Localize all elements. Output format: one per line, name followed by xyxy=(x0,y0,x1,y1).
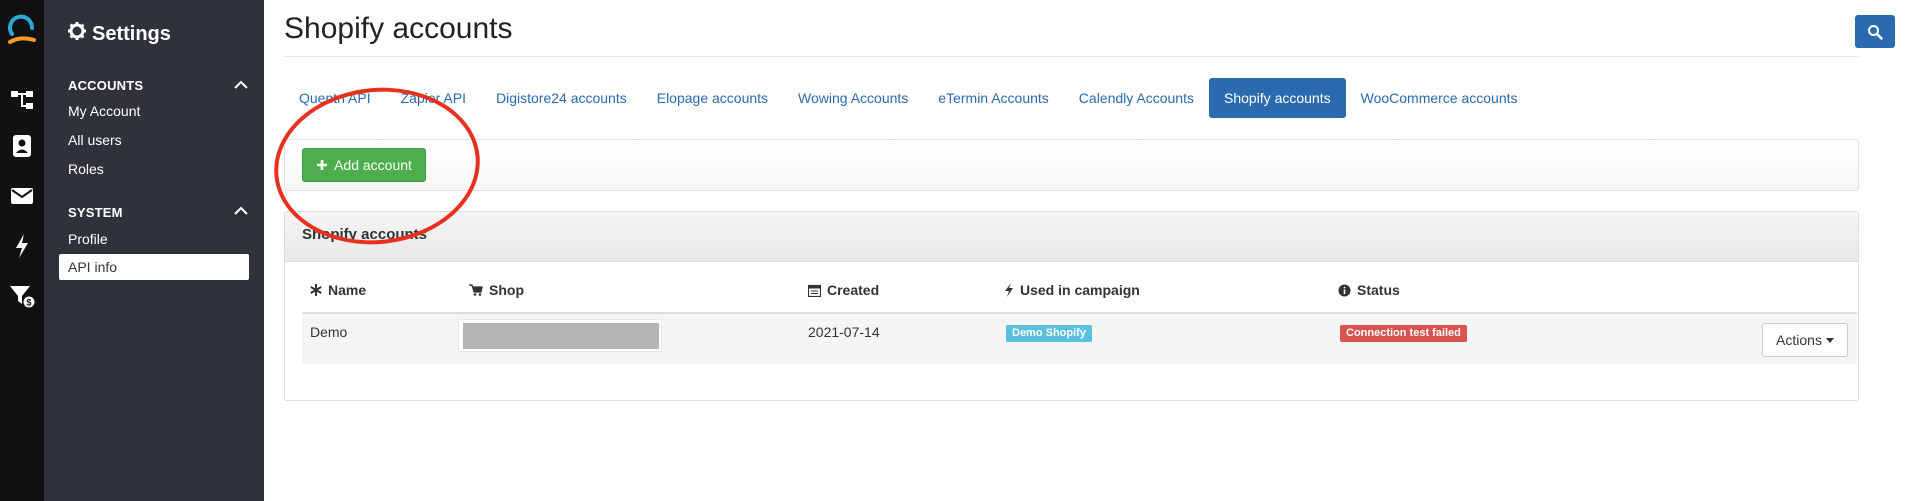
sidebar-title: Settings xyxy=(68,22,171,46)
sidebar-item-my-account[interactable]: My Account xyxy=(59,98,249,124)
chevron-up-icon[interactable] xyxy=(232,204,250,218)
caret-down-icon xyxy=(1825,337,1834,343)
logo-icon[interactable] xyxy=(6,14,38,46)
column-header-used-in-campaign[interactable]: Used in campaign xyxy=(1004,282,1140,298)
column-header-used-in-campaign-label: Used in campaign xyxy=(1020,282,1140,298)
tab-etermin-accounts[interactable]: eTermin Accounts xyxy=(923,78,1064,118)
sidebar-title-label: Settings xyxy=(92,22,171,45)
tab-shopify-accounts[interactable]: Shopify accounts xyxy=(1208,78,1346,118)
gear-icon xyxy=(68,22,86,46)
campaign-badge[interactable]: Demo Shopify xyxy=(1006,325,1092,342)
page-title: Shopify accounts xyxy=(284,12,513,45)
cell-created: 2021-07-14 xyxy=(808,324,880,340)
cell-shop-redacted xyxy=(458,319,662,352)
bolt-icon[interactable] xyxy=(8,232,36,260)
column-header-shop[interactable]: Shop xyxy=(469,282,524,298)
search-button[interactable] xyxy=(1855,15,1895,48)
cell-name: Demo xyxy=(310,324,348,340)
column-header-shop-label: Shop xyxy=(489,282,524,298)
status-badge: Connection test failed xyxy=(1340,325,1467,342)
column-header-status[interactable]: Status xyxy=(1338,282,1400,298)
sidebar-item-all-users[interactable]: All users xyxy=(59,127,249,153)
cart-icon xyxy=(469,284,483,296)
calendar-icon xyxy=(808,284,821,297)
svg-text:$: $ xyxy=(26,298,31,308)
tab-elopage-accounts[interactable]: Elopage accounts xyxy=(642,78,783,118)
sidebar-item-api-info[interactable]: API info xyxy=(59,254,249,280)
section-heading-accounts[interactable]: ACCOUNTS xyxy=(68,78,143,93)
section-heading-system[interactable]: SYSTEM xyxy=(68,205,123,220)
tab-wowing-accounts[interactable]: Wowing Accounts xyxy=(783,78,923,118)
funnel-dollar-icon[interactable]: $ xyxy=(8,282,36,310)
column-header-name-label: Name xyxy=(328,282,367,298)
tab-digistore24-accounts[interactable]: Digistore24 accounts xyxy=(481,78,642,118)
asterisk-icon xyxy=(310,284,322,296)
title-divider xyxy=(284,56,1859,57)
accounts-panel: Shopify accounts xyxy=(284,211,1859,401)
sidebar-item-roles[interactable]: Roles xyxy=(59,156,249,182)
column-header-status-label: Status xyxy=(1357,282,1400,298)
settings-sidebar: Settings ACCOUNTS My Account All users R… xyxy=(44,0,264,501)
column-header-created[interactable]: Created xyxy=(808,282,879,298)
chevron-up-icon[interactable] xyxy=(232,78,250,92)
tab-bar: Quentn API Zapier API Digistore24 accoun… xyxy=(284,78,1533,118)
icon-rail: $ xyxy=(0,0,44,501)
column-header-created-label: Created xyxy=(827,282,880,298)
panel-title: Shopify accounts xyxy=(285,212,1858,262)
info-circle-icon xyxy=(1338,284,1351,296)
tab-calendly-accounts[interactable]: Calendly Accounts xyxy=(1064,78,1209,118)
toolbar-panel xyxy=(284,139,1859,191)
tab-woocommerce-accounts[interactable]: WooCommerce accounts xyxy=(1346,78,1533,118)
search-icon xyxy=(1868,24,1883,40)
actions-dropdown-button[interactable]: Actions xyxy=(1762,323,1848,357)
actions-label: Actions xyxy=(1776,332,1822,348)
column-header-name[interactable]: Name xyxy=(310,282,366,298)
mail-icon[interactable] xyxy=(8,182,36,210)
sidebar-item-profile[interactable]: Profile xyxy=(59,226,249,252)
contacts-icon[interactable] xyxy=(8,132,36,160)
bolt-icon xyxy=(1005,283,1013,297)
flow-icon[interactable] xyxy=(8,86,36,114)
redacted-block xyxy=(463,323,659,349)
